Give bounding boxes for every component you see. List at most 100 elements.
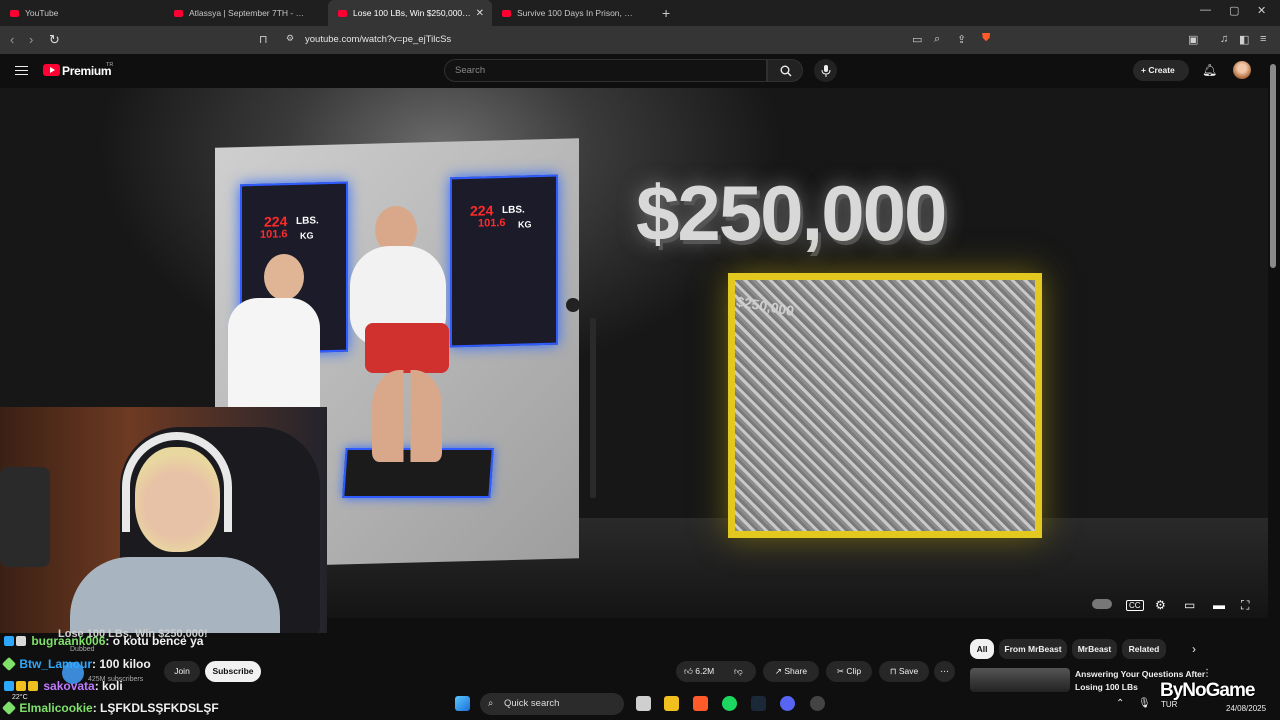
bell-icon[interactable]: 🔔︎ [1202, 63, 1217, 77]
settings-gear-icon[interactable]: ⚙ [1155, 598, 1166, 612]
share-button[interactable]: ↗ Share [763, 661, 819, 682]
page-scrollbar[interactable] [1270, 64, 1276, 268]
chat-message: bugraank006: o kotu bence ya [4, 634, 203, 648]
browser-tab[interactable]: Atlassya | September 7TH - Komik Ar [164, 0, 328, 26]
shield-icon[interactable]: ⛊ [982, 32, 990, 45]
youtube-logo-icon[interactable] [43, 64, 60, 76]
new-tab-button[interactable]: + [662, 5, 670, 21]
reload-icon[interactable]: ↻ [49, 32, 60, 48]
miniplayer-icon[interactable]: ▭ [1184, 598, 1195, 612]
bookmark-icon: ⊓ [889, 666, 899, 676]
chat-text: : 100 kiloo [92, 657, 151, 671]
minimize-icon[interactable]: — [1200, 4, 1211, 16]
browser-tab[interactable]: Survive 100 Days In Prison, Win $500 [492, 0, 656, 26]
discord-icon[interactable] [780, 696, 795, 711]
youtube-favicon-icon [10, 9, 19, 17]
file-explorer-icon[interactable] [664, 696, 679, 711]
join-button[interactable]: Join [164, 661, 200, 682]
streamer-body [70, 557, 280, 633]
chat-username[interactable]: bugraank006 [31, 634, 105, 648]
contestant-legs [372, 370, 442, 462]
close-tab-icon[interactable]: ✕ [476, 8, 484, 19]
search-input[interactable]: Search [444, 59, 767, 82]
url-field[interactable]: youtube.com/watch?v=pe_ejTilcSs [305, 34, 451, 45]
headphones-icon [122, 432, 232, 532]
mic-icon[interactable]: 🎙︎ [1138, 698, 1151, 709]
host-head [264, 254, 304, 300]
forward-icon[interactable]: › [29, 32, 33, 47]
panel-icon[interactable]: ◧ [1239, 33, 1249, 46]
mic-icon [821, 64, 830, 77]
brand-region: TR [106, 62, 114, 68]
autoplay-toggle-icon[interactable] [1092, 599, 1112, 609]
thumbs-up-icon: 👍︎ [684, 666, 696, 676]
avatar[interactable] [1233, 61, 1251, 79]
site-info-icon[interactable]: ⚙ [286, 33, 294, 44]
more-actions-button[interactable]: ⋯ [934, 661, 955, 682]
create-button[interactable]: + Create [1133, 60, 1189, 81]
youtube-favicon-icon [174, 9, 183, 17]
close-window-icon[interactable]: ✕ [1257, 4, 1266, 17]
microphone-icon [566, 298, 580, 312]
chat-text: : o kotu bence ya [105, 634, 204, 648]
quick-search-input[interactable]: ⌕ Quick search [480, 693, 624, 715]
subscribe-button[interactable]: Subscribe [205, 661, 261, 682]
spotify-icon[interactable] [722, 696, 737, 711]
clip-button[interactable]: ✂ Clip [826, 661, 872, 682]
contestant-shorts [365, 323, 449, 373]
search-icon: ⌕ [488, 698, 494, 709]
chat-message: Btw_Lamour: 100 kiloo [1, 656, 151, 672]
thumbs-down-icon[interactable]: 👎︎ [734, 661, 743, 682]
microphone-icon [0, 467, 50, 567]
cast-icon[interactable]: ▭ [912, 33, 922, 46]
chip-mrbeast[interactable]: MrBeast [1072, 639, 1117, 659]
chat-username[interactable]: Btw_Lamour [19, 657, 92, 671]
brave-browser-icon[interactable] [693, 696, 708, 711]
search-icon [780, 65, 792, 77]
search-button[interactable] [767, 59, 803, 82]
recommendation-thumbnail[interactable] [970, 668, 1070, 692]
fullscreen-icon[interactable]: ⛶ [1241, 598, 1249, 613]
chip-from-mrbeast[interactable]: From MrBeast [999, 639, 1067, 659]
obs-icon[interactable] [810, 696, 825, 711]
sidebar-icon[interactable]: ▣ [1188, 33, 1198, 46]
save-button[interactable]: ⊓ Save [879, 661, 929, 682]
media-icon[interactable]: ♫ [1220, 33, 1228, 45]
chip-all[interactable]: All [970, 639, 994, 659]
theater-mode-icon[interactable]: ▬ [1213, 598, 1225, 612]
webcam-overlay [0, 407, 327, 633]
like-button[interactable]: 👍︎ 6.2M [684, 666, 714, 676]
tray-chevron-up-icon[interactable]: ⌃ [1116, 698, 1124, 709]
youtube-favicon-icon [502, 9, 511, 17]
menu-icon[interactable]: ≡ [1260, 33, 1266, 45]
more-vert-icon[interactable]: ⋮ [1202, 668, 1212, 679]
menu-icon[interactable] [15, 66, 28, 75]
chip-related[interactable]: Related [1122, 639, 1166, 659]
bookmark-icon[interactable]: ⊓ [259, 33, 268, 46]
chat-badge-icon [4, 636, 14, 646]
recommendation-title[interactable]: Answering Your Questions After [1075, 669, 1205, 679]
youtube-favicon-icon [338, 9, 347, 17]
steam-icon[interactable] [751, 696, 766, 711]
chat-badge-icon [1, 656, 17, 672]
voice-search-button[interactable] [814, 59, 837, 82]
host-shirt [228, 298, 320, 413]
back-icon[interactable]: ‹ [10, 32, 14, 47]
weight-screen-right: 224 LBS. 101.6 KG [450, 174, 558, 348]
maximize-icon[interactable]: ▢ [1229, 4, 1239, 17]
chat-badge-icon [16, 636, 26, 646]
zoom-icon[interactable]: ⌕ [934, 33, 940, 46]
browser-tab[interactable]: YouTube [0, 0, 164, 26]
captions-button[interactable]: CC [1126, 600, 1144, 611]
task-view-icon[interactable] [636, 696, 651, 711]
share-page-icon[interactable]: ⇪ [957, 33, 966, 46]
weather-temp[interactable]: 22°C [12, 694, 28, 701]
language-indicator[interactable]: TUR [1161, 700, 1177, 709]
prize-amount: $250,000 [636, 169, 947, 257]
chevron-right-icon[interactable]: › [1192, 642, 1196, 656]
browser-tab-active[interactable]: Lose 100 LBs, Win $250,000! - Yo ✕ [328, 0, 492, 26]
share-icon: ↗ [774, 666, 785, 676]
brand-label[interactable]: Premium [62, 64, 112, 78]
windows-start-icon[interactable] [455, 696, 470, 711]
tray-date[interactable]: 24/08/2025 [1226, 704, 1266, 713]
